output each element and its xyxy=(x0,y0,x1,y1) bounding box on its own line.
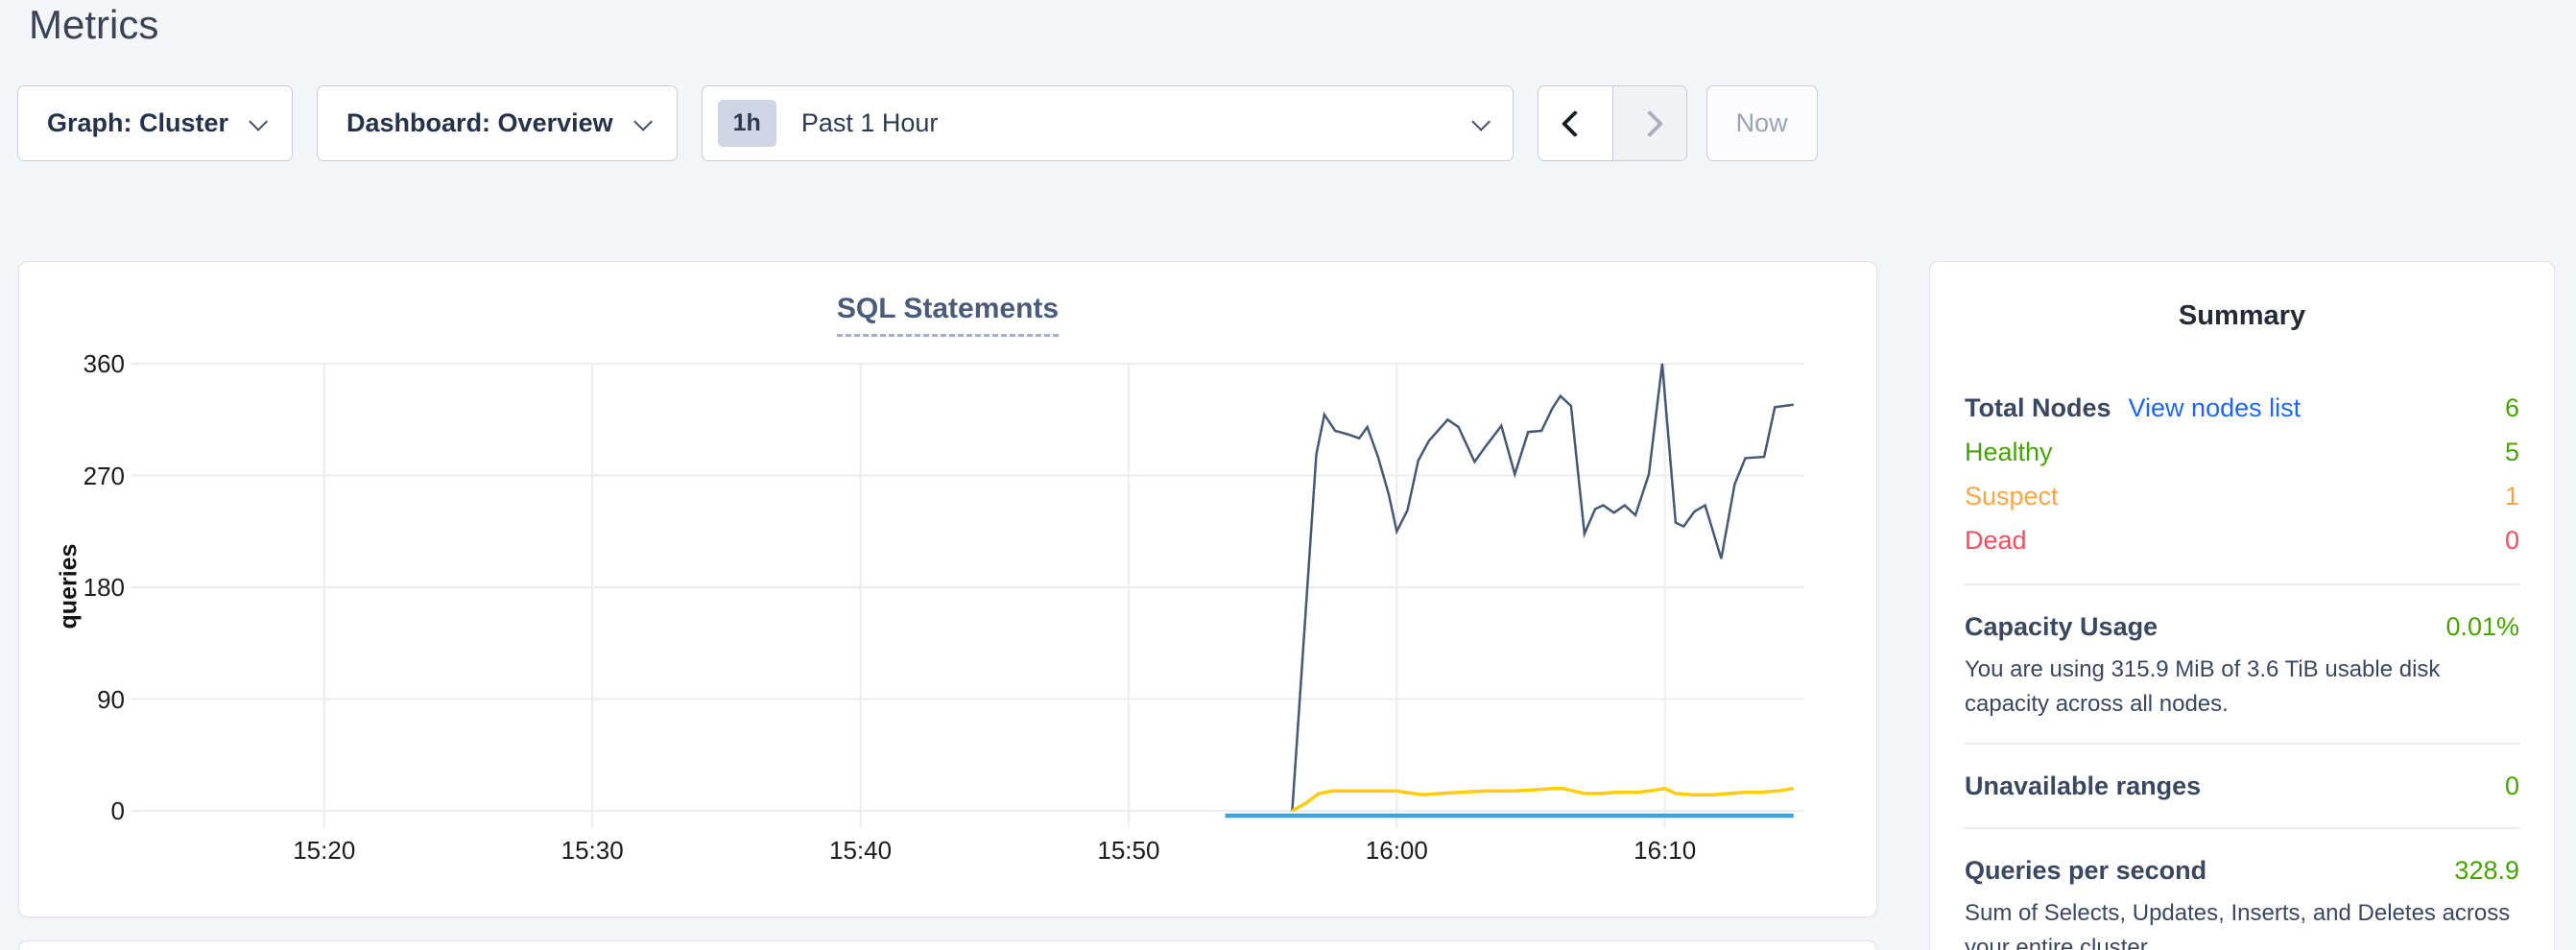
unavailable-ranges-section: Unavailable ranges 0 xyxy=(1965,766,2519,806)
divider xyxy=(1965,583,2519,585)
queries-per-second-description: Sum of Selects, Updates, Inserts, and De… xyxy=(1965,896,2519,950)
dead-label: Dead xyxy=(1965,526,2027,556)
x-axis-tick: 15:50 xyxy=(1071,836,1186,865)
time-range-badge: 1h xyxy=(718,100,776,147)
chevron-left-icon xyxy=(1562,109,1588,136)
dashboard-selector-dropdown[interactable]: Dashboard: Overview xyxy=(317,85,678,161)
suspect-nodes-row: Suspect 1 xyxy=(1965,474,2519,518)
y-axis-tick: 0 xyxy=(19,796,125,825)
capacity-usage-description: You are using 315.9 MiB of 3.6 TiB usabl… xyxy=(1965,653,2519,722)
total-nodes-row: Total Nodes View nodes list 6 xyxy=(1965,386,2519,430)
unavailable-ranges-label: Unavailable ranges xyxy=(1965,772,2201,801)
now-button[interactable]: Now xyxy=(1706,85,1818,161)
time-prev-button[interactable] xyxy=(1538,86,1612,160)
summary-panel: Summary Total Nodes View nodes list 6 He… xyxy=(1929,261,2555,950)
divider xyxy=(1965,743,2519,745)
x-axis-tick: 15:30 xyxy=(535,836,650,865)
capacity-usage-section: Capacity Usage 0.01% You are using 315.9… xyxy=(1965,606,2519,722)
queries-per-second-label: Queries per second xyxy=(1965,856,2206,886)
chevron-right-icon xyxy=(1635,109,1662,136)
y-axis-tick: 180 xyxy=(19,573,125,602)
suspect-value: 1 xyxy=(2505,482,2519,511)
queries-per-second-value: 328.9 xyxy=(2454,856,2519,886)
next-chart-card xyxy=(18,940,1877,950)
queries-per-second-section: Queries per second 328.9 Sum of Selects,… xyxy=(1965,850,2519,950)
total-nodes-value: 6 xyxy=(2505,393,2519,423)
divider xyxy=(1965,827,2519,829)
metrics-page: { "header": { "title": "Metrics" }, "con… xyxy=(0,0,2576,950)
capacity-usage-value: 0.01% xyxy=(2445,612,2519,642)
chevron-down-icon xyxy=(1471,111,1491,131)
chevron-down-icon xyxy=(249,111,268,131)
chevron-down-icon xyxy=(633,111,653,131)
y-axis-tick: 270 xyxy=(19,462,125,490)
x-axis-tick: 15:40 xyxy=(803,836,918,865)
x-axis-tick: 15:20 xyxy=(267,836,382,865)
dead-value: 0 xyxy=(2505,526,2519,556)
y-axis-tick: 360 xyxy=(19,349,125,378)
healthy-nodes-row: Healthy 5 xyxy=(1965,430,2519,474)
graph-selector-dropdown[interactable]: Graph: Cluster xyxy=(17,85,293,161)
y-axis-tick: 90 xyxy=(19,685,125,714)
graph-selector-label: Graph: Cluster xyxy=(47,108,228,138)
dead-nodes-row: Dead 0 xyxy=(1965,518,2519,562)
yellow-series xyxy=(1292,789,1793,811)
time-shift-buttons xyxy=(1538,85,1687,161)
time-next-button[interactable] xyxy=(1612,86,1686,160)
page-title: Metrics xyxy=(29,2,158,48)
dashboard-selector-label: Dashboard: Overview xyxy=(346,108,613,138)
chart-title[interactable]: SQL Statements xyxy=(837,293,1059,337)
suspect-label: Suspect xyxy=(1965,482,2059,511)
view-nodes-list-link[interactable]: View nodes list xyxy=(2129,393,2302,423)
x-axis-tick: 16:00 xyxy=(1339,836,1454,865)
time-range-label: Past 1 Hour xyxy=(801,108,939,138)
summary-title: Summary xyxy=(1965,300,2519,332)
healthy-value: 5 xyxy=(2505,438,2519,467)
sql-statements-chart-card: SQL Statements queries 090180270360 15:2… xyxy=(18,261,1877,917)
x-axis-tick: 16:10 xyxy=(1608,836,1723,865)
controls-bar: Graph: Cluster Dashboard: Overview 1h Pa… xyxy=(17,85,1818,161)
time-range-dropdown[interactable]: 1h Past 1 Hour xyxy=(702,85,1514,161)
node-status-list: Total Nodes View nodes list 6 Healthy 5 … xyxy=(1965,386,2519,562)
line-chart-plot[interactable] xyxy=(139,364,1804,836)
healthy-label: Healthy xyxy=(1965,438,2053,467)
unavailable-ranges-value: 0 xyxy=(2505,772,2519,801)
capacity-usage-label: Capacity Usage xyxy=(1965,612,2158,642)
total-nodes-label: Total Nodes xyxy=(1965,393,2111,423)
